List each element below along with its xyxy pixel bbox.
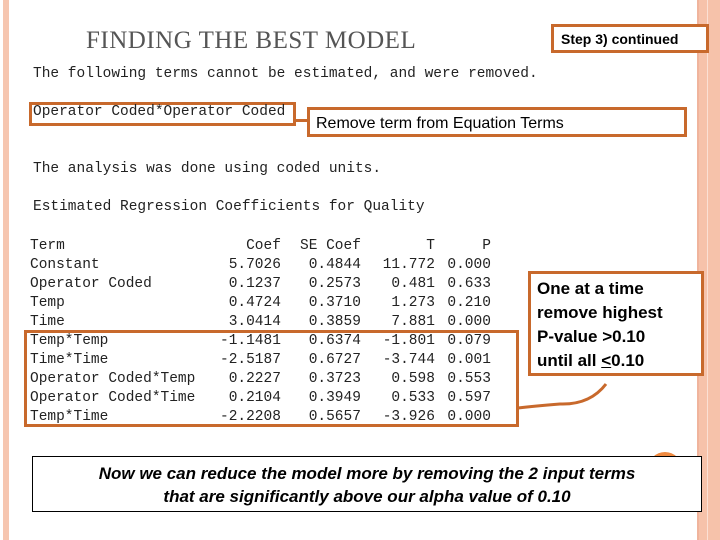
bottom-note-line2: that are significantly above our alpha v… bbox=[163, 487, 571, 506]
bottom-note-line1: Now we can reduce the model more by remo… bbox=[98, 464, 636, 483]
slide: FINDING THE BEST MODEL Step 3) continued… bbox=[0, 0, 720, 540]
bottom-note-box: Now we can reduce the model more by remo… bbox=[32, 456, 702, 512]
